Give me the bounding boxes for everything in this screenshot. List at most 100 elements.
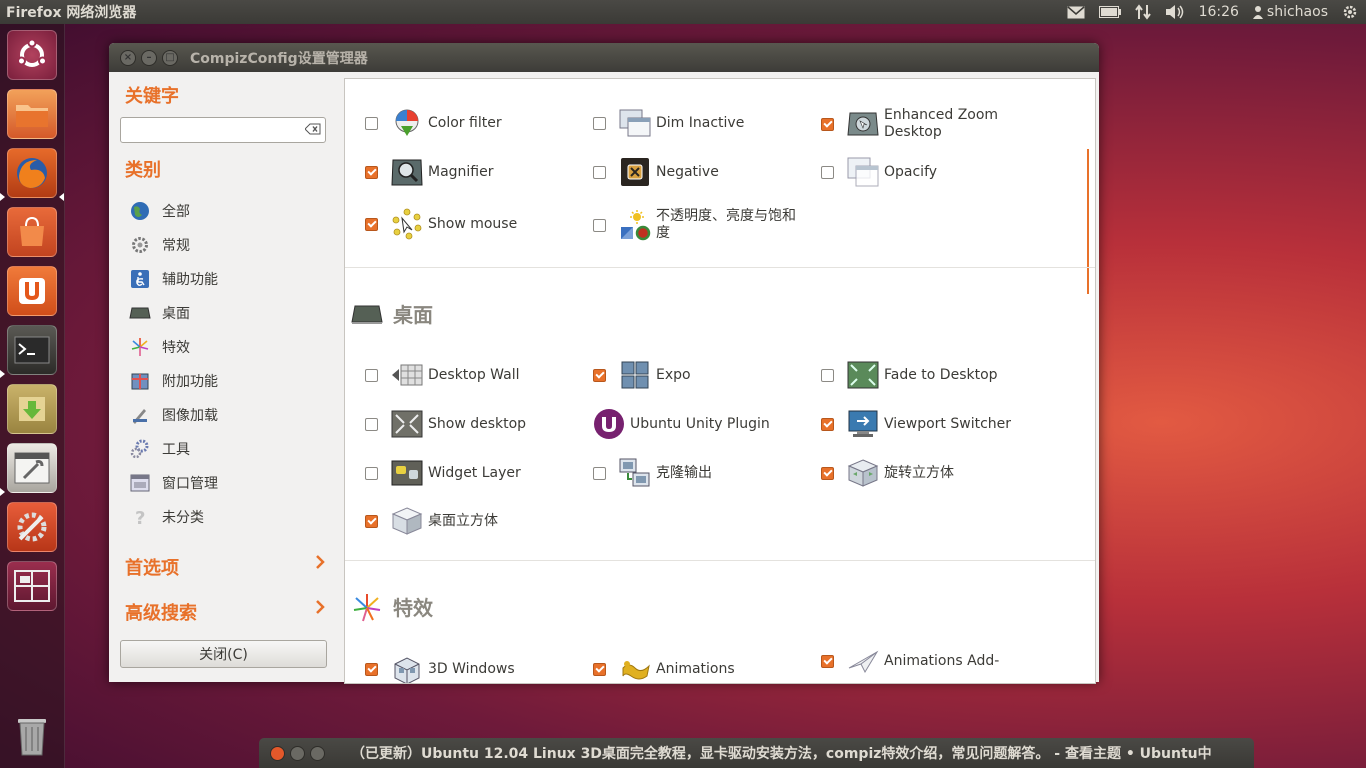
workspace-switcher-icon[interactable] — [7, 561, 57, 611]
ubuntu-one-icon[interactable] — [7, 266, 57, 316]
plugin-ubuntu-unity[interactable]: Ubuntu Unity Plugin — [593, 408, 770, 440]
plugin-checkbox[interactable] — [365, 165, 378, 179]
plugin-desktop-cube[interactable]: 桌面立方体 — [365, 505, 568, 537]
category-accessibility[interactable]: 辅助功能 — [129, 268, 218, 290]
plugin-checkbox[interactable] — [365, 662, 378, 676]
plugin-checkbox[interactable] — [365, 514, 378, 528]
close-window-button[interactable]: × — [120, 49, 136, 66]
widget-layer-icon — [391, 457, 423, 489]
sidebar: 关键字 类别 全部 常规 辅助功能 桌面 特效 附加功能 图像加载 工具 窗口管… — [109, 72, 344, 682]
mail-icon[interactable] — [1067, 5, 1085, 19]
archive-installer-icon[interactable] — [7, 384, 57, 434]
category-desktop[interactable]: 桌面 — [129, 302, 190, 324]
category-all[interactable]: 全部 — [129, 200, 190, 222]
maximize-window-button[interactable] — [310, 745, 325, 761]
software-center-icon[interactable] — [7, 207, 57, 257]
plugin-show-mouse[interactable]: Show mouse — [365, 208, 568, 240]
plugin-list[interactable]: Color filter Dim Inactive Enhanced Zoom … — [344, 78, 1096, 684]
terminal-icon[interactable] — [7, 325, 57, 375]
firefox-icon[interactable] — [7, 148, 57, 198]
plugin-desktop-wall[interactable]: Desktop Wall — [365, 359, 568, 391]
ubuntu-dash-icon[interactable] — [7, 30, 57, 80]
show-desktop-icon — [391, 408, 423, 440]
volume-icon[interactable] — [1165, 4, 1185, 20]
plugin-checkbox[interactable] — [593, 662, 606, 676]
plugin-checkbox[interactable] — [821, 654, 834, 668]
minimize-window-button[interactable]: – — [141, 49, 157, 66]
minimize-window-button[interactable] — [290, 745, 305, 761]
plugin-checkbox[interactable] — [593, 466, 606, 480]
plugin-checkbox[interactable] — [593, 116, 606, 130]
plugin-opacify[interactable]: Opacify — [821, 156, 1024, 188]
plugin-checkbox[interactable] — [365, 368, 378, 382]
show-mouse-icon — [391, 208, 423, 240]
plugin-3d-windows[interactable]: 3D Windows — [365, 653, 568, 683]
plugin-checkbox[interactable] — [821, 117, 834, 131]
plugin-dim-inactive[interactable]: Dim Inactive — [593, 107, 796, 139]
scrollbar-thumb[interactable] — [1087, 149, 1089, 294]
category-image-loading[interactable]: 图像加载 — [129, 404, 218, 426]
window-title: CompizConfig设置管理器 — [190, 50, 368, 67]
window-management-icon — [129, 472, 151, 494]
plugin-negative[interactable]: Negative — [593, 156, 796, 188]
plugin-checkbox[interactable] — [821, 417, 834, 431]
plugin-show-desktop[interactable]: Show desktop — [365, 408, 568, 440]
maximize-window-button[interactable]: □ — [162, 49, 178, 66]
plugin-opacity-brightness-saturation[interactable]: 不透明度、亮度与饱和度 — [593, 208, 796, 242]
files-icon[interactable] — [7, 89, 57, 139]
plugin-checkbox[interactable] — [593, 368, 606, 382]
plugin-checkbox[interactable] — [593, 165, 606, 179]
unity-icon — [593, 408, 625, 440]
system-settings-icon[interactable] — [7, 502, 57, 552]
advanced-search-expander[interactable]: 高级搜索 — [125, 599, 325, 625]
plugin-checkbox[interactable] — [821, 466, 834, 480]
user-menu[interactable]: shichaos — [1252, 4, 1328, 20]
fireworks-icon — [351, 593, 383, 621]
plugin-animations-addon[interactable]: Animations Add- — [821, 645, 1024, 677]
plugin-checkbox[interactable] — [365, 116, 378, 130]
category-uncategorized[interactable]: ? 未分类 — [129, 506, 204, 528]
svg-text:?: ? — [135, 508, 145, 527]
search-input[interactable] — [120, 117, 326, 143]
3d-windows-icon — [391, 653, 423, 683]
plugin-checkbox[interactable] — [365, 466, 378, 480]
plugin-viewport-switcher[interactable]: Viewport Switcher — [821, 408, 1024, 440]
plugin-magnifier[interactable]: Magnifier — [365, 156, 568, 188]
plugin-checkbox[interactable] — [821, 368, 834, 382]
opacity-brightness-icon — [619, 209, 651, 241]
gear-icon[interactable] — [1342, 4, 1358, 20]
plugin-fade-to-desktop[interactable]: Fade to Desktop — [821, 359, 1024, 391]
plugin-checkbox[interactable] — [821, 165, 834, 179]
network-icon[interactable] — [1134, 4, 1151, 20]
browser-window-titlebar[interactable]: （已更新）Ubuntu 12.04 Linux 3D桌面完全教程，显卡驱动安装方… — [259, 738, 1254, 768]
plugin-checkbox[interactable] — [365, 217, 378, 231]
plugin-clone-output[interactable]: 克隆输出 — [593, 457, 796, 489]
plugin-color-filter[interactable]: Color filter — [365, 107, 568, 139]
desktop-icon — [351, 300, 383, 328]
clear-search-icon[interactable] — [304, 123, 321, 139]
window-titlebar[interactable]: × – □ CompizConfig设置管理器 — [109, 43, 1099, 72]
trash-icon[interactable] — [7, 710, 57, 760]
gear-icon — [129, 234, 151, 256]
plugin-enhanced-zoom[interactable]: Enhanced Zoom Desktop — [821, 107, 1024, 141]
plugin-checkbox[interactable] — [593, 218, 606, 232]
plugin-checkbox[interactable] — [365, 417, 378, 431]
category-window-management[interactable]: 窗口管理 — [129, 472, 218, 494]
battery-icon[interactable] — [1098, 6, 1121, 18]
plugin-expo[interactable]: Expo — [593, 359, 796, 391]
settings-manager-icon[interactable] — [7, 443, 57, 493]
category-extras[interactable]: 附加功能 — [129, 370, 218, 392]
plugin-rotate-cube[interactable]: 旋转立方体 — [821, 457, 1024, 489]
ccsm-window: × – □ CompizConfig设置管理器 关键字 类别 全部 常规 辅助功… — [109, 43, 1099, 684]
preferences-expander[interactable]: 首选项 — [125, 554, 325, 580]
close-button[interactable]: 关闭(C) — [120, 640, 327, 668]
category-general[interactable]: 常规 — [129, 234, 190, 256]
category-effects[interactable]: 特效 — [129, 336, 190, 358]
plugin-animations[interactable]: Animations — [593, 653, 796, 683]
dim-inactive-icon — [619, 107, 651, 139]
rotate-cube-icon — [847, 457, 879, 489]
plugin-widget-layer[interactable]: Widget Layer — [365, 457, 568, 489]
clock[interactable]: 16:26 — [1199, 4, 1239, 20]
close-window-button[interactable] — [270, 745, 285, 761]
category-tools[interactable]: 工具 — [129, 438, 190, 460]
